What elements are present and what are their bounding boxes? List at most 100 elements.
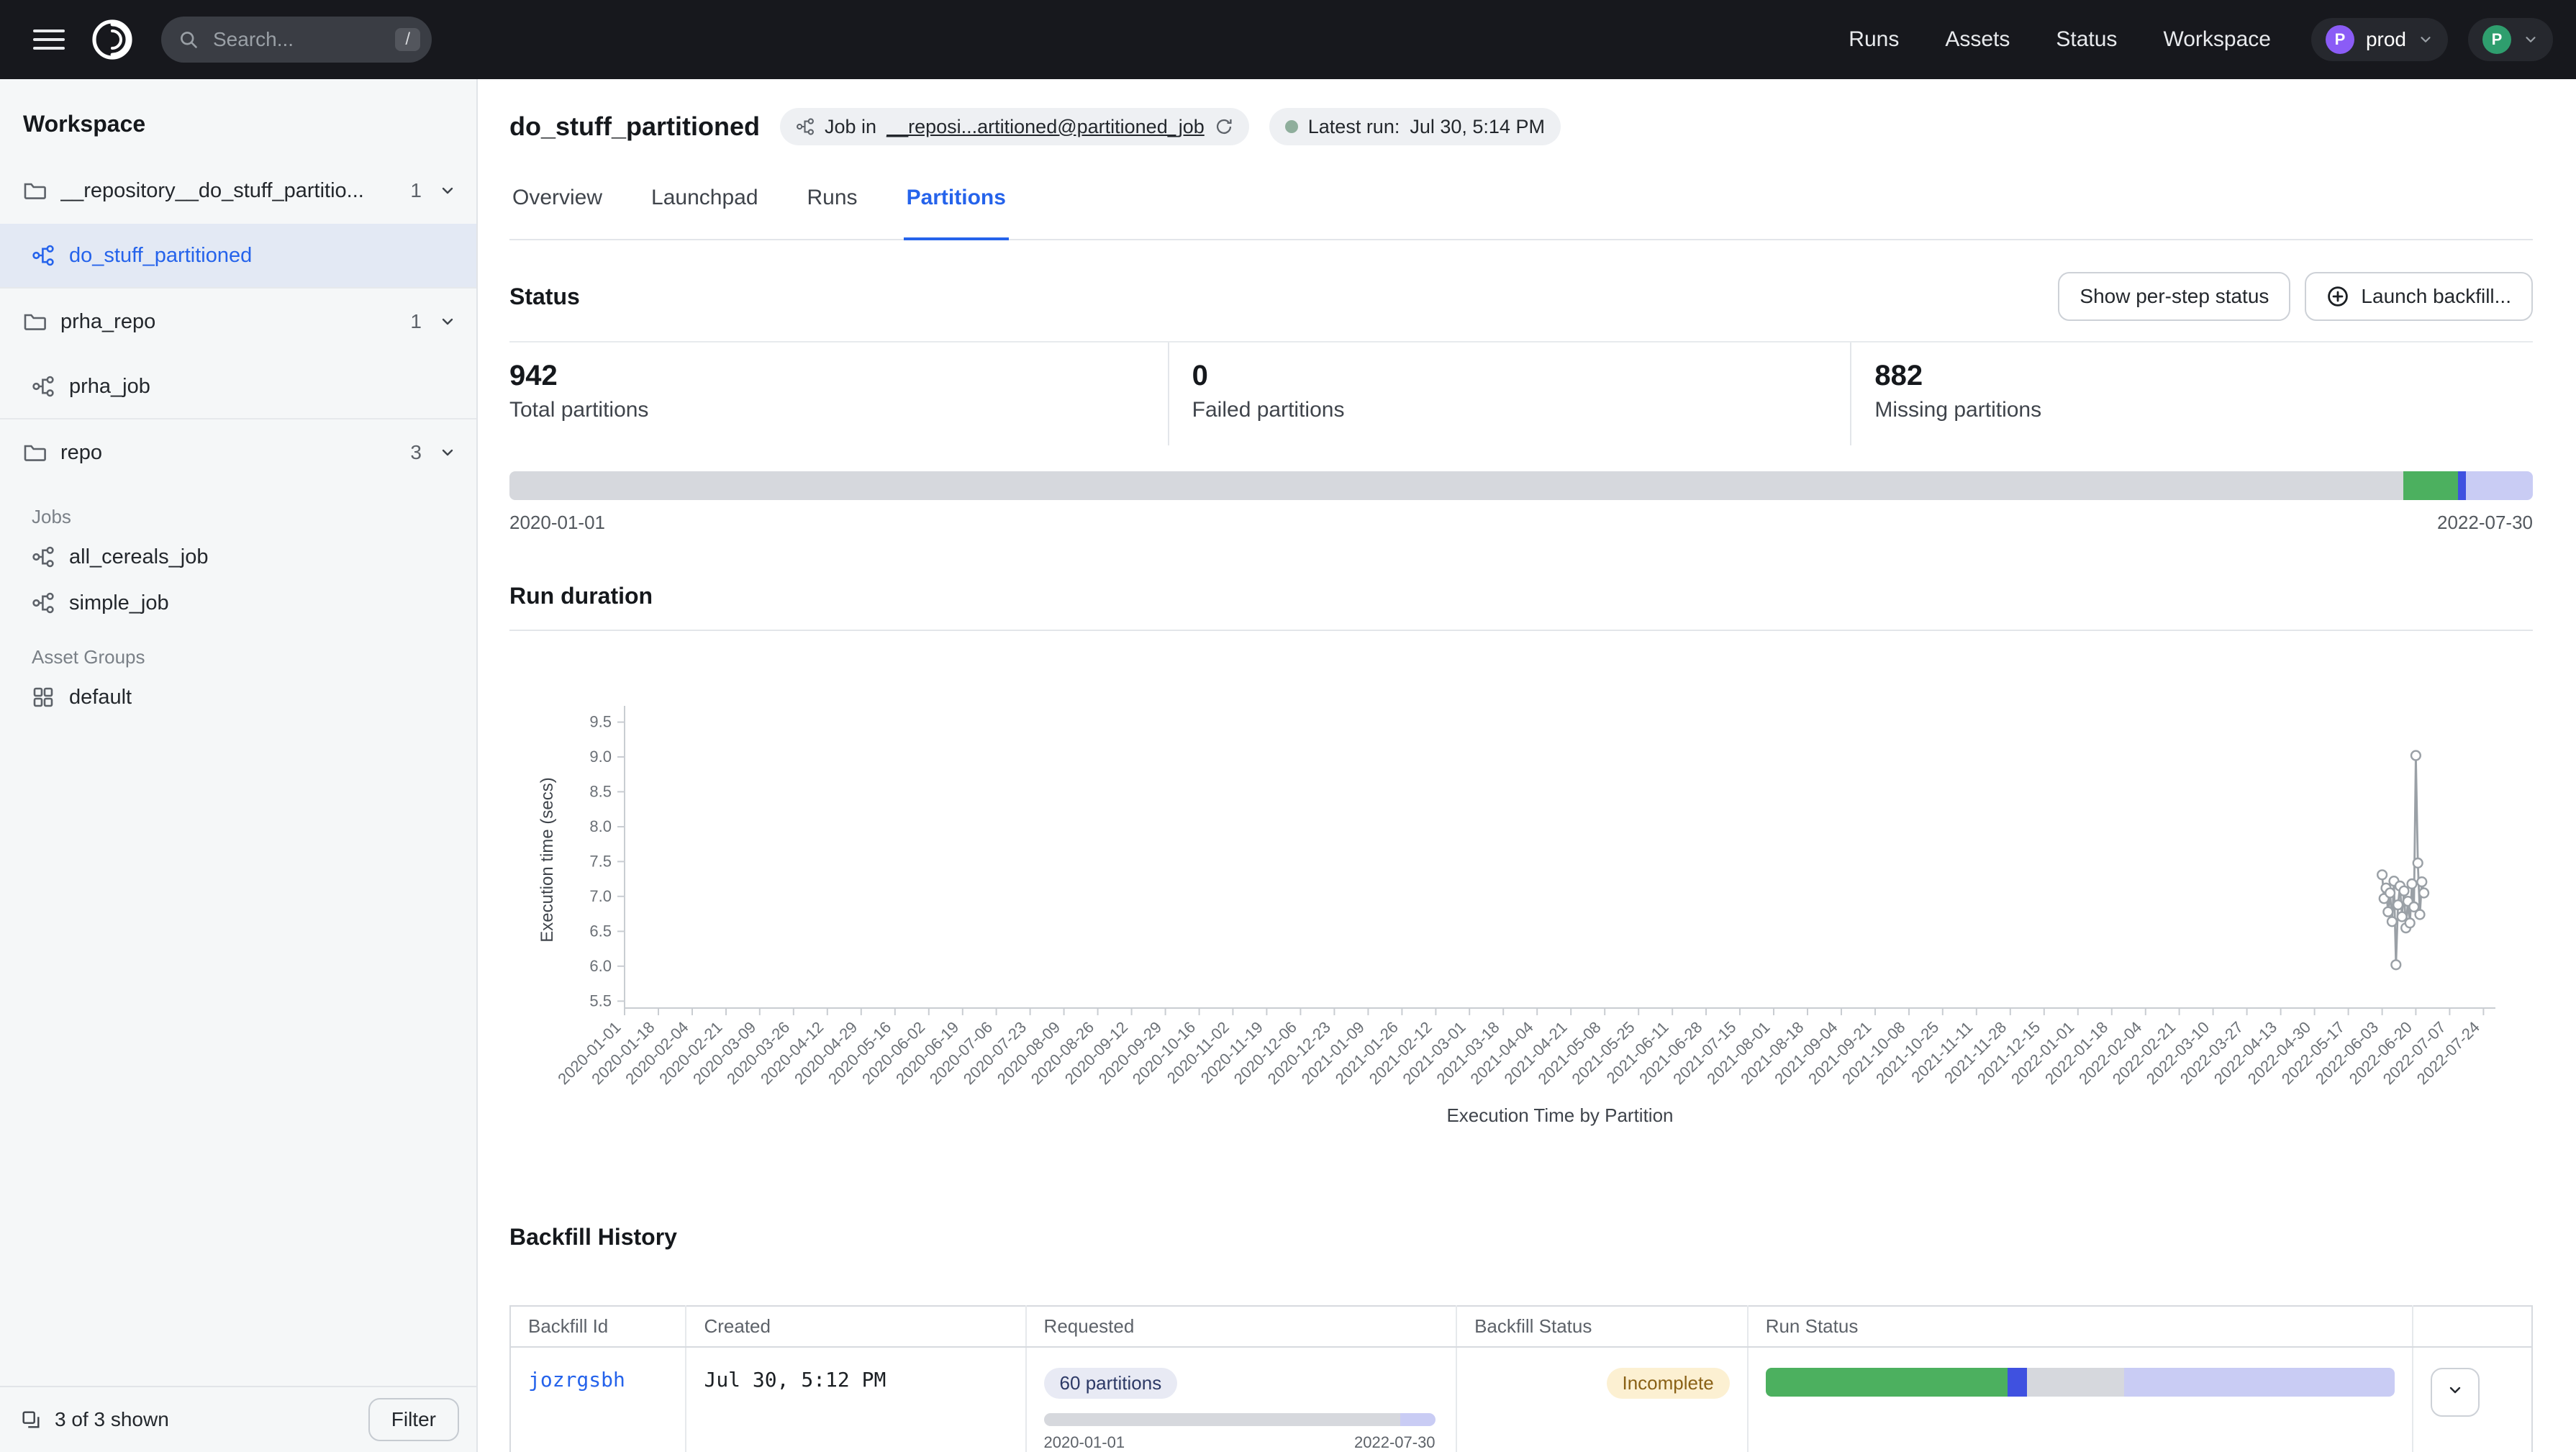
partition-segment-in_progress — [2458, 471, 2466, 500]
stat-value: 942 — [509, 360, 1168, 392]
latest-run-time[interactable]: Jul 30, 5:14 PM — [1410, 116, 1545, 138]
stat-total-partitions: 942 Total partitions — [509, 342, 1169, 445]
sidebar-item-simple-job[interactable]: simple_job — [0, 580, 476, 626]
bar-segment — [2008, 1368, 2026, 1397]
shown-count: 3 of 3 shown — [55, 1408, 169, 1431]
sidebar-item-label: default — [69, 686, 459, 709]
page-header: do_stuff_partitioned Job in __reposi...a… — [509, 108, 2533, 145]
svg-text:8.0: 8.0 — [589, 817, 612, 835]
plus-circle-icon — [2326, 285, 2349, 308]
slash-shortcut-kbd: / — [395, 28, 420, 51]
bar-segment — [2124, 1368, 2395, 1397]
col-header-requested: Requested — [1026, 1306, 1457, 1347]
run-duration-title: Run duration — [509, 583, 2533, 631]
run-status-bar[interactable] — [1766, 1368, 2395, 1397]
filter-button[interactable]: Filter — [368, 1398, 459, 1441]
sidebar-item-do-stuff-partitioned[interactable]: do_stuff_partitioned — [0, 224, 476, 287]
refresh-icon[interactable] — [1215, 117, 1233, 136]
svg-text:5.5: 5.5 — [589, 992, 612, 1009]
svg-text:9.5: 9.5 — [589, 713, 612, 731]
sidebar-item-prha-repo[interactable]: prha_repo1 — [0, 289, 476, 355]
sidebar-item-repository-do-stuff-partitio[interactable]: __repository__do_stuff_partitio...1 — [0, 158, 476, 224]
sidebar-item-repo[interactable]: repo3 — [0, 419, 476, 486]
sidebar-item-label: prha_job — [69, 375, 459, 399]
launch-backfill-label: Launch backfill... — [2361, 285, 2511, 308]
job-icon — [32, 244, 55, 267]
tab-runs[interactable]: Runs — [804, 186, 861, 240]
global-search[interactable]: / — [161, 17, 432, 63]
sidebar-item-default[interactable]: default — [0, 674, 476, 720]
sidebar-group: repo3Jobsall_cereals_jobsimple_jobAsset … — [0, 419, 476, 720]
backfill-id-link[interactable]: jozrgsbh — [528, 1368, 625, 1392]
partition-range-start: 2020-01-01 — [509, 512, 605, 534]
backfill-row-jozrgsbh: jozrgsbh Jul 30, 5:12 PM 60 partitions 2… — [510, 1347, 2532, 1452]
requested-progress-bar — [1044, 1413, 1436, 1426]
requested-date-range: 2020-01-01 2022-07-30 — [1044, 1433, 1436, 1452]
job-chip-link[interactable]: __reposi...artitioned@partitioned_job — [886, 116, 1205, 138]
topnav-links: Runs Assets Status Workspace — [1849, 27, 2271, 52]
nav-link-status[interactable]: Status — [2056, 27, 2117, 52]
dagster-logo[interactable] — [83, 11, 141, 68]
row-expand-button[interactable] — [2431, 1368, 2480, 1417]
tab-overview[interactable]: Overview — [509, 186, 605, 240]
nav-link-workspace[interactable]: Workspace — [2163, 27, 2271, 52]
svg-text:6.5: 6.5 — [589, 922, 612, 940]
tab-partitions[interactable]: Partitions — [904, 186, 1009, 240]
launch-backfill-button[interactable]: Launch backfill... — [2305, 272, 2533, 321]
col-header-created: Created — [686, 1306, 1025, 1347]
partition-stats: 942 Total partitions0 Failed partitions8… — [509, 341, 2533, 445]
job-icon — [32, 375, 55, 398]
sidebar-footer: 3 of 3 shown Filter — [0, 1386, 476, 1452]
col-header-run-status: Run Status — [1748, 1306, 2413, 1347]
tab-launchpad[interactable]: Launchpad — [648, 186, 761, 240]
svg-text:8.5: 8.5 — [589, 782, 612, 800]
env-label: prod — [2366, 28, 2406, 51]
sidebar-item-label: do_stuff_partitioned — [69, 244, 459, 268]
sidebar-group: __repository__do_stuff_partitio...1 do_st… — [0, 158, 476, 289]
bar-segment — [1400, 1413, 1436, 1426]
svg-text:7.0: 7.0 — [589, 887, 612, 905]
nav-link-assets[interactable]: Assets — [1945, 27, 2010, 52]
count-badge: 1 — [410, 310, 422, 333]
stat-failed-partitions: 0 Failed partitions — [1169, 342, 1852, 445]
bar-segment — [2027, 1368, 2125, 1397]
sidebar-item-prha-job[interactable]: prha_job — [0, 355, 476, 418]
partition-segment-missing — [509, 471, 2403, 500]
partition-date-range: 2020-01-01 2022-07-30 — [509, 512, 2533, 534]
menu-button[interactable] — [23, 15, 75, 64]
latest-run-label: Latest run: — [1308, 116, 1400, 138]
run-status-dot — [1285, 120, 1298, 133]
job-icon — [32, 545, 55, 568]
latest-run-chip[interactable]: Latest run: Jul 30, 5:14 PM — [1269, 108, 1561, 145]
sidebar-item-all-cereals-job[interactable]: all_cereals_job — [0, 534, 476, 580]
folder-icon — [23, 310, 46, 333]
backfill-history-section: Backfill History Backfill IdCreatedReque… — [509, 1224, 2533, 1452]
job-breadcrumb-chip[interactable]: Job in __reposi...artitioned@partitioned… — [780, 108, 1249, 145]
col-header-actions — [2413, 1306, 2532, 1347]
user-menu[interactable]: P — [2468, 18, 2553, 61]
bar-segment — [1044, 1413, 1400, 1426]
hamburger-icon — [33, 30, 65, 32]
count-badge: 1 — [410, 179, 422, 202]
chevron-down-icon[interactable] — [436, 441, 459, 464]
bar-segment — [1766, 1368, 2008, 1397]
search-input[interactable] — [210, 27, 384, 53]
col-header-backfill-id: Backfill Id — [510, 1306, 686, 1347]
svg-text:9.0: 9.0 — [589, 748, 612, 766]
user-avatar: P — [2482, 25, 2511, 54]
page-title: do_stuff_partitioned — [509, 112, 760, 142]
partition-status-bar[interactable] — [509, 471, 2533, 500]
stat-label: Missing partitions — [1874, 398, 2533, 422]
chevron-down-icon[interactable] — [436, 310, 459, 333]
chevron-down-icon — [2523, 32, 2539, 47]
backfill-status-badge: Incomplete — [1607, 1368, 1730, 1399]
env-avatar: P — [2326, 25, 2354, 54]
nav-link-runs[interactable]: Runs — [1849, 27, 1899, 52]
env-switcher[interactable]: P prod — [2311, 18, 2448, 61]
show-per-step-status-button[interactable]: Show per-step status — [2058, 272, 2290, 321]
chevron-down-icon[interactable] — [436, 179, 459, 202]
workspace-sidebar: Workspace __repository__do_stuff_partiti… — [0, 79, 478, 1452]
sidebar-item-label: simple_job — [69, 591, 459, 615]
requested-partitions-chip[interactable]: 60 partitions — [1044, 1368, 1178, 1399]
main-content: do_stuff_partitioned Job in __reposi...a… — [478, 79, 2576, 1452]
